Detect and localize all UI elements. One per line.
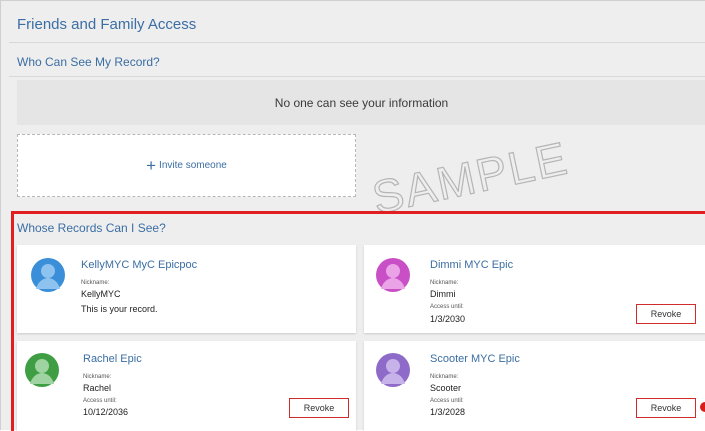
nickname-value: Rachel — [83, 383, 112, 393]
access-until-label: Access until: — [83, 398, 117, 404]
record-name[interactable]: KellyMYC MyC Epicpoc — [81, 259, 197, 271]
no-one-message: No one can see your information — [17, 80, 705, 125]
avatar-icon — [25, 353, 59, 387]
whose-records-heading: Whose Records Can I See? — [17, 221, 166, 235]
divider — [9, 42, 705, 43]
access-until-value: 1/3/2030 — [430, 314, 466, 324]
record-card-kellymyc[interactable]: KellyMYC MyC Epicpoc Nickname: KellyMYC … — [17, 245, 356, 333]
access-until-label: Access until: — [430, 398, 464, 404]
invite-someone-button[interactable]: + Invite someone — [17, 134, 356, 197]
revoke-button[interactable]: Revoke — [636, 304, 696, 324]
plus-icon: + — [146, 156, 157, 175]
record-name[interactable]: Dimmi MYC Epic — [430, 259, 513, 271]
annotation-marker — [700, 402, 705, 412]
access-until-value: 10/12/2036 — [83, 407, 129, 417]
invite-label: Invite someone — [159, 160, 227, 171]
access-until-value: 1/3/2028 — [430, 407, 466, 417]
revoke-button[interactable]: Revoke — [289, 398, 349, 418]
record-card-scooter[interactable]: Scooter MYC Epic Nickname: Scooter Acces… — [364, 341, 705, 431]
avatar-icon — [376, 353, 410, 387]
avatar-icon — [31, 258, 65, 292]
record-card-rachel[interactable]: Rachel Epic Nickname: Rachel Access unti… — [17, 341, 356, 431]
access-until-label: Access until: — [430, 304, 464, 310]
divider — [9, 76, 705, 77]
nickname-label: Nickname: — [430, 374, 459, 380]
page-title: Friends and Family Access — [17, 16, 197, 33]
nickname-value: Scooter — [430, 383, 462, 393]
record-note: This is your record. — [81, 304, 158, 314]
nickname-label: Nickname: — [81, 280, 110, 286]
nickname-label: Nickname: — [83, 374, 112, 380]
record-name[interactable]: Scooter MYC Epic — [430, 353, 520, 365]
sample-watermark: SAMPLE — [367, 131, 573, 217]
nickname-value: Dimmi — [430, 289, 456, 299]
who-can-see-heading: Who Can See My Record? — [17, 55, 160, 69]
record-name[interactable]: Rachel Epic — [83, 353, 142, 365]
nickname-label: Nickname: — [430, 280, 459, 286]
record-card-dimmi[interactable]: Dimmi MYC Epic Nickname: Dimmi Access un… — [364, 245, 705, 333]
avatar-icon — [376, 258, 410, 292]
nickname-value: KellyMYC — [81, 289, 121, 299]
friends-family-panel: Friends and Family Access Who Can See My… — [0, 0, 705, 431]
revoke-button[interactable]: Revoke — [636, 398, 696, 418]
svg-text:SAMPLE: SAMPLE — [368, 131, 573, 217]
